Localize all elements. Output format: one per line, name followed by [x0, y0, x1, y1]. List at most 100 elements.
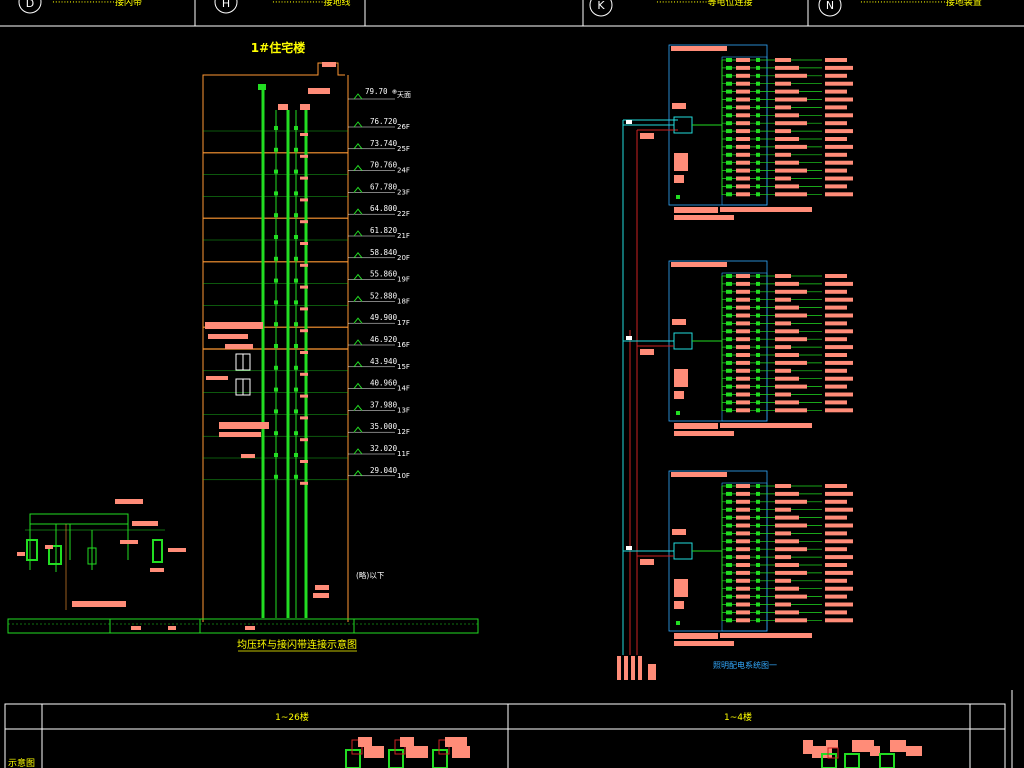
grid-marker-caption: ··················等电位连接 — [656, 0, 753, 8]
riser-clamp — [274, 300, 278, 305]
riser-clamp — [294, 474, 298, 479]
floor-level-value: 46.920 — [370, 335, 398, 344]
riser-note — [300, 329, 308, 333]
bottom-table: 1~26楼 1~4楼 示意图 — [4, 690, 1013, 768]
riser-clamp — [274, 169, 278, 174]
floor-level-marker: 46.92016F — [348, 335, 410, 349]
floor-level-marker: 49.90017F — [348, 313, 410, 327]
floor-name: 24F — [397, 167, 410, 175]
floor-level-value: 40.960 — [370, 379, 398, 388]
floor-level-marker: 35.00012F — [348, 422, 410, 436]
header-strip: D ······················接闪带 H ··········… — [0, 0, 1024, 27]
floor-level-value: 35.000 — [370, 422, 398, 431]
distribution-panel — [623, 260, 853, 436]
floor-name: 18F — [397, 297, 410, 305]
floor-level-value: 52.880 — [370, 291, 398, 300]
floor-name: 13F — [397, 406, 410, 414]
riser-clamp — [274, 126, 278, 130]
riser-note — [300, 220, 308, 224]
grid-marker-letter: K — [597, 0, 605, 12]
riser-clamp — [274, 278, 278, 283]
riser-clamp — [274, 147, 278, 152]
lightning-rod-symbol — [235, 353, 251, 396]
omit-note: (略)以下 — [356, 570, 385, 580]
riser-clamp — [274, 256, 278, 261]
riser-clamp — [294, 278, 298, 283]
floor-level-value: 49.900 — [370, 313, 398, 322]
floor-level-value: 29.040 — [370, 466, 398, 475]
floor-level-marker: 52.88018F — [348, 291, 410, 305]
floor-level-value: 43.940 — [370, 357, 398, 366]
table-col2-header: 1~4楼 — [724, 711, 752, 723]
grid-marker-d: D ······················接闪带 — [18, 0, 142, 14]
grid-marker-n: N ······························接地装置 — [818, 0, 982, 17]
floor-level-marker: 43.94015F — [348, 357, 410, 371]
floor-level-marker: 37.98013F — [348, 400, 410, 414]
grid-marker-caption: ··················接地线 — [272, 0, 351, 8]
floor-name: 11F — [397, 450, 410, 458]
elevation-title: 1#住宅楼 — [251, 40, 305, 55]
feeder-tap — [626, 336, 632, 340]
floor-name: 15F — [397, 363, 410, 371]
feeder-tap — [626, 546, 632, 550]
riser-clamp — [274, 213, 278, 218]
riser-note — [300, 285, 308, 289]
distribution-panels — [623, 44, 853, 646]
riser-clamp — [294, 213, 298, 218]
table-schematic-2 — [803, 740, 922, 768]
floor-level-marker: 73.74025F — [348, 139, 410, 153]
floor-level-marker: 29.04010F — [348, 466, 410, 480]
floor-level-marker: 40.96014F — [348, 379, 410, 393]
riser-clamp — [294, 147, 298, 152]
distribution-panel — [623, 470, 853, 646]
riser-note — [300, 394, 308, 398]
riser-note — [300, 481, 308, 485]
distribution-panel — [623, 44, 853, 220]
riser-clamp — [274, 387, 278, 392]
floor-level-marker: 67.78023F — [348, 182, 410, 196]
grid-marker-letter: N — [826, 0, 834, 12]
floor-level-value: 61.820 — [370, 226, 398, 235]
floor-name: 16F — [397, 341, 410, 349]
grid-marker-letter: H — [222, 0, 230, 10]
grid-marker-h: H ··················接地线 — [214, 0, 351, 14]
riser-note — [300, 198, 308, 202]
floor-level-marker: 70.76024F — [348, 161, 410, 175]
floor-level-value: 73.740 — [370, 139, 398, 148]
roof-level-marker: 79.70 ⊕ 天面 — [348, 87, 411, 100]
grid-marker-k: K ··················等电位连接 — [589, 0, 753, 17]
riser-clamp — [294, 235, 298, 239]
riser-clamp — [294, 365, 298, 370]
floor-name: 21F — [397, 232, 410, 240]
floor-name: 19F — [397, 276, 410, 284]
floor-level-value: 70.760 — [370, 161, 398, 170]
table-schematic-1 — [345, 737, 470, 768]
riser-clamp — [274, 191, 278, 196]
elevation-caption: 均压环与接闪带连接示意图 — [237, 638, 357, 651]
riser-note — [300, 372, 308, 376]
floor-name: 20F — [397, 254, 410, 262]
riser-note — [300, 263, 308, 267]
riser-clamp — [294, 453, 298, 457]
floor-level-marker: 32.02011F — [348, 444, 410, 458]
riser-clamp — [274, 235, 278, 239]
cad-drawing-canvas: D ······················接闪带 H ··········… — [0, 0, 1024, 768]
floor-name: 22F — [397, 210, 410, 218]
floor-name: 12F — [397, 428, 410, 436]
roof-note-block — [308, 88, 330, 94]
floor-name: 17F — [397, 319, 410, 327]
floor-name: 14F — [397, 385, 410, 393]
riser-clamp — [294, 431, 298, 436]
riser-note — [300, 460, 308, 463]
floor-level-marker: 61.82021F — [348, 226, 410, 240]
riser-clamp — [294, 191, 298, 196]
distribution-caption: 照明配电系统图一 — [713, 660, 777, 670]
floor-level-value: 32.020 — [370, 444, 398, 453]
floor-level-value: 37.980 — [370, 400, 398, 409]
riser-clamp — [294, 322, 298, 327]
floor-level-value: 67.780 — [370, 182, 398, 191]
riser-clamp — [294, 126, 298, 130]
floor-level-value: 76.720 — [370, 117, 398, 126]
grid-marker-caption: ······························接地装置 — [860, 0, 982, 8]
bonding-detail — [17, 499, 186, 610]
